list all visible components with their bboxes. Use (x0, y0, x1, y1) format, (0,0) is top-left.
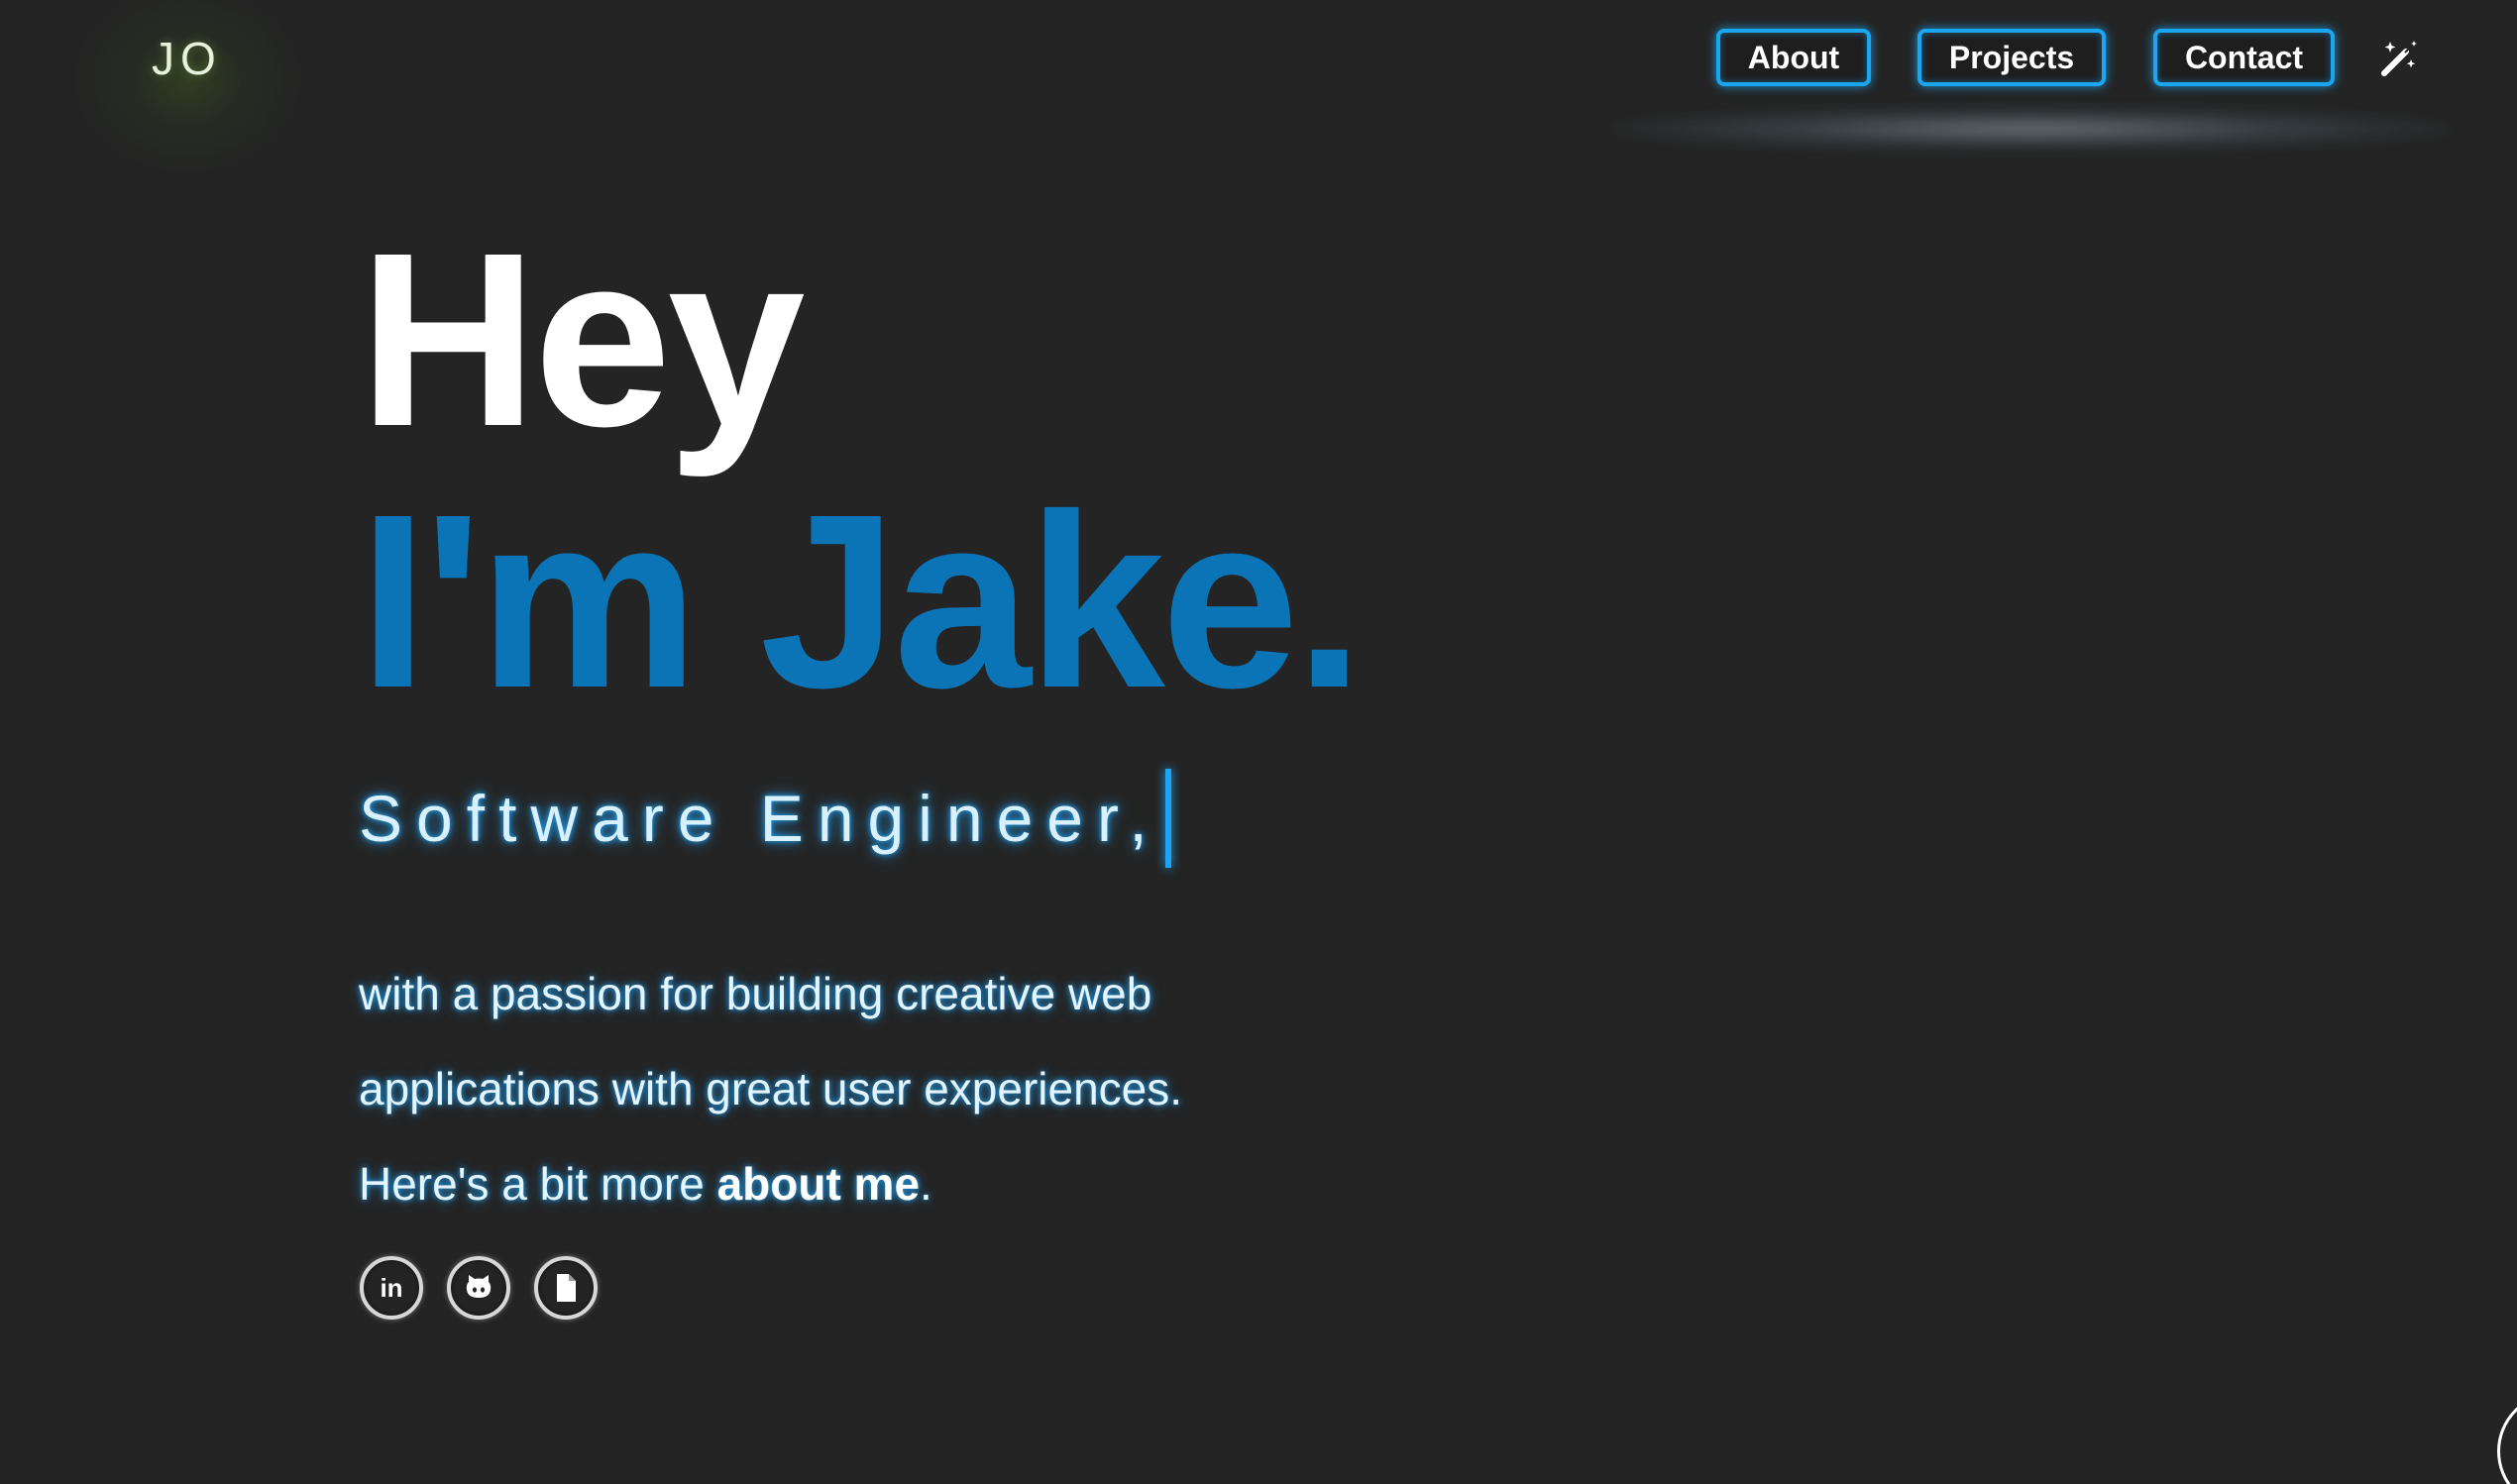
logo-glow (69, 0, 307, 178)
linkedin-link[interactable]: in (360, 1256, 423, 1320)
logo[interactable]: JO (152, 32, 222, 85)
github-link[interactable] (447, 1256, 510, 1320)
document-icon (557, 1274, 576, 1302)
bio-line-3: Here's a bit more about me. (359, 1136, 1350, 1231)
bio-line-3-prefix: Here's a bit more (359, 1158, 717, 1210)
about-me-link[interactable]: about me (717, 1158, 920, 1210)
hero-name: I'm Jake. (359, 463, 1364, 739)
hero-bio: with a passion for building creative web… (359, 946, 1350, 1231)
bio-line-3-suffix: . (920, 1158, 932, 1210)
hero-role: Software Engineer, (359, 782, 1161, 855)
hero-greeting: Hey (359, 201, 806, 477)
nav-glow (1605, 107, 2458, 151)
scroll-button[interactable] (2497, 1392, 2517, 1484)
linkedin-icon: in (380, 1273, 403, 1303)
bio-line-2: applications with great user experiences… (359, 1063, 1183, 1114)
magic-wand-icon[interactable] (2378, 38, 2420, 79)
portfolio-page: JO About Projects Contact Hey I'm Jake. … (0, 0, 2517, 1484)
github-icon (466, 1275, 492, 1298)
nav-contact-button[interactable]: Contact (2153, 29, 2335, 86)
typing-cursor (1164, 769, 1171, 868)
nav-projects-button[interactable]: Projects (1917, 29, 2106, 86)
bio-line-1: with a passion for building creative web (359, 968, 1152, 1019)
role-typewriter: Software Engineer, (359, 769, 1171, 868)
nav-about-button[interactable]: About (1716, 29, 1871, 86)
resume-link[interactable] (534, 1256, 598, 1320)
